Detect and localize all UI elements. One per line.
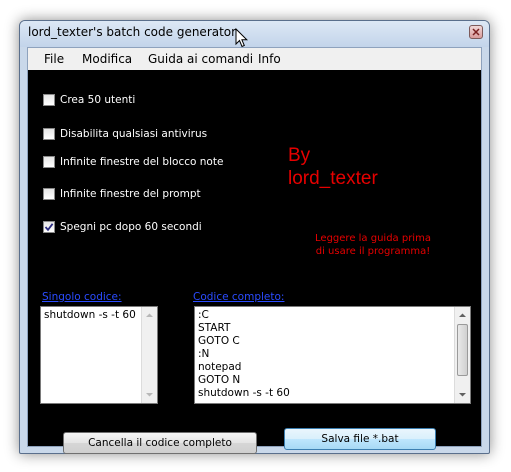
menu-bar: File Modifica Guida ai comandi Info (28, 48, 481, 70)
menu-file[interactable]: File (44, 52, 64, 66)
client-area: File Modifica Guida ai comandi Info Crea… (27, 47, 482, 454)
checkbox[interactable] (43, 128, 55, 140)
checkbox[interactable] (43, 156, 55, 168)
menu-modifica[interactable]: Modifica (82, 52, 132, 66)
menu-guida-ai-comandi[interactable]: Guida ai comandi (148, 52, 253, 66)
window-title: lord_texter's batch code generator (28, 25, 237, 39)
scroll-down-icon[interactable] (145, 390, 154, 399)
credit-line-1: By (288, 145, 311, 166)
checkbox-checked[interactable] (43, 221, 55, 233)
full-code-textbox[interactable]: :C START GOTO C :N notepad GOTO N shutdo… (194, 306, 471, 404)
checkbox[interactable] (43, 94, 55, 106)
single-code-scrollbar[interactable] (141, 307, 157, 403)
credit-line-2: lord_texter (288, 168, 378, 189)
app-window: lord_texter's batch code generator File … (19, 20, 490, 454)
title-bar[interactable]: lord_texter's batch code generator (20, 21, 489, 47)
scroll-up-icon[interactable] (145, 311, 154, 320)
full-code-text: :C START GOTO C :N notepad GOTO N shutdo… (198, 309, 290, 399)
option-label: Infinite finestre del prompt (60, 188, 201, 200)
warning-line-2: di usare il programma! (315, 246, 431, 257)
menu-info[interactable]: Info (258, 52, 281, 66)
scroll-thumb[interactable] (457, 324, 468, 376)
option-label: Spegni pc dopo 60 secondi (60, 221, 202, 233)
single-code-textbox[interactable]: shutdown -s -t 60 (40, 306, 158, 404)
scroll-up-icon[interactable] (458, 311, 467, 320)
option-finestre-prompt[interactable]: Infinite finestre del prompt (43, 186, 201, 202)
option-disabilita-antivirus[interactable]: Disabilita qualsiasi antivirus (43, 126, 207, 142)
full-code-scrollbar[interactable] (454, 307, 470, 403)
option-spegni-pc[interactable]: Spegni pc dopo 60 secondi (43, 219, 202, 235)
option-label: Crea 50 utenti (60, 94, 136, 106)
option-label: Infinite finestre del blocco note (60, 156, 224, 168)
full-code-label: Codice completo: (193, 291, 285, 303)
option-finestre-blocco-note[interactable]: Infinite finestre del blocco note (43, 154, 223, 170)
credit-label: By lord_texter (288, 144, 378, 190)
checkbox[interactable] (43, 188, 55, 200)
single-code-text: shutdown -s -t 60 (44, 309, 136, 321)
checkmark-icon (44, 223, 54, 232)
single-code-label: Singolo codice: (42, 291, 122, 303)
option-crea-50-utenti[interactable]: Crea 50 utenti (43, 92, 135, 108)
close-icon (472, 28, 480, 36)
clear-full-code-button[interactable]: Cancella il codice completo (63, 432, 257, 454)
option-label: Disabilita qualsiasi antivirus (60, 128, 208, 140)
close-button[interactable] (469, 25, 483, 39)
warning-label: Leggere la guida prima di usare il progr… (298, 232, 448, 258)
warning-line-1: Leggere la guida prima (315, 233, 431, 244)
scroll-down-icon[interactable] (458, 390, 467, 399)
mouse-cursor-icon (235, 28, 249, 48)
save-bat-button[interactable]: Salva file *.bat (284, 428, 436, 450)
